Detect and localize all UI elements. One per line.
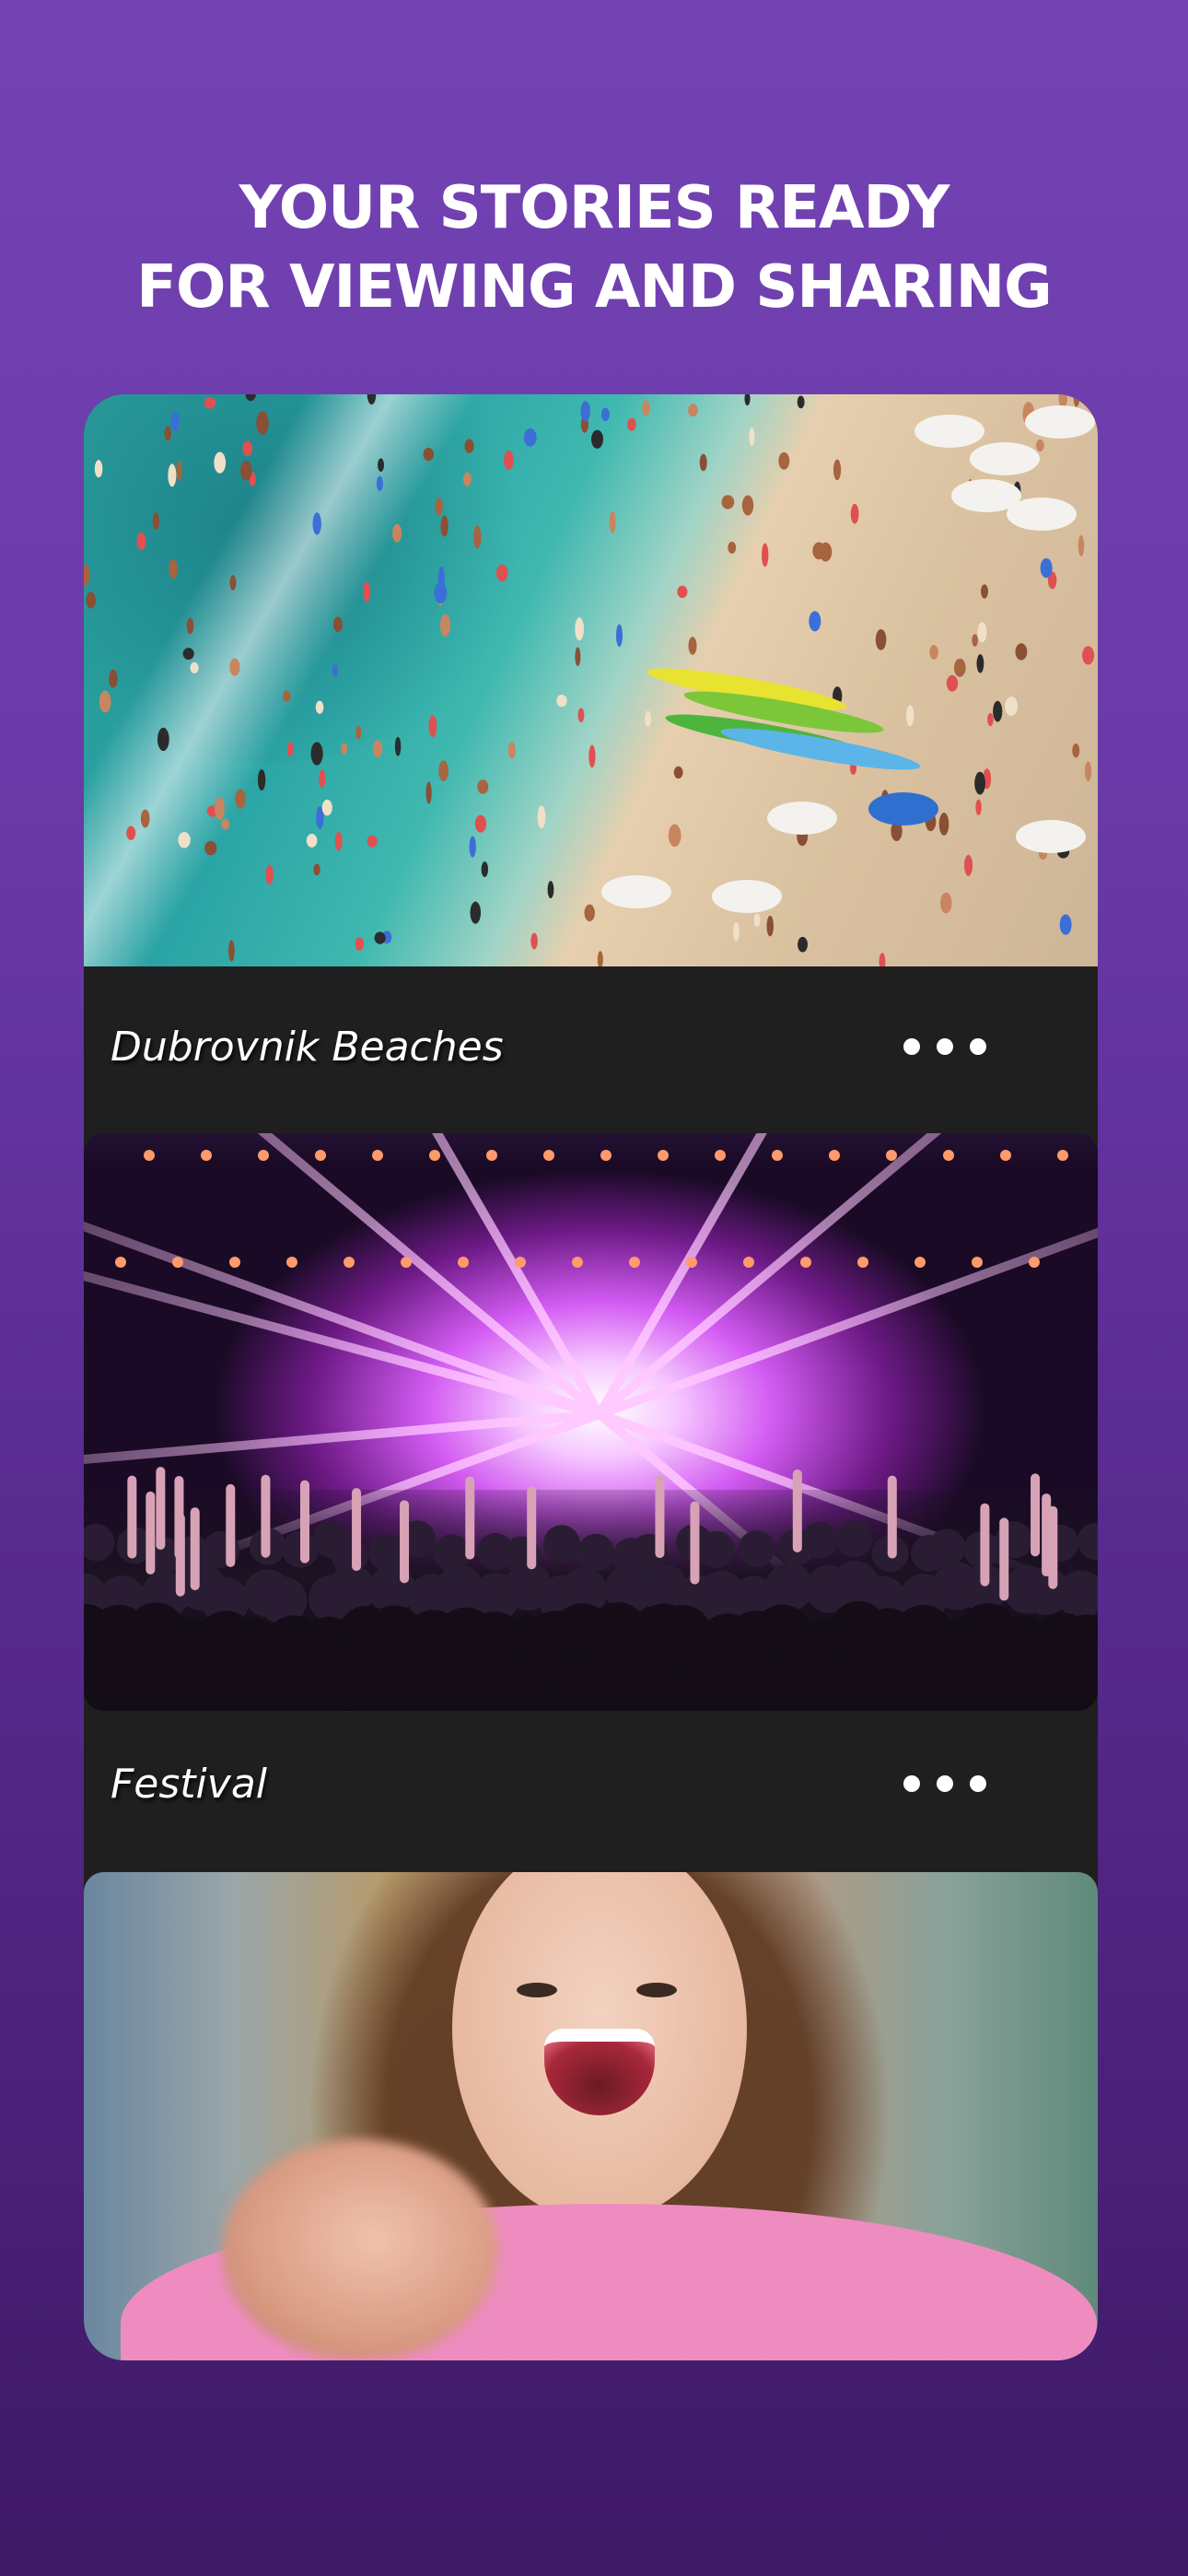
more-horizontal-icon [903, 1775, 920, 1792]
more-dot [970, 1038, 986, 1055]
more-dot [970, 1775, 986, 1792]
headline-line-2: FOR VIEWING AND SHARING [136, 252, 1052, 322]
beach-people [84, 394, 1098, 966]
pointing-hand [222, 2139, 498, 2360]
promo-headline: YOUR STORIES READY FOR VIEWING AND SHARI… [0, 169, 1188, 327]
left-eye [517, 1983, 557, 1997]
story-thumbnail-woman[interactable] [84, 1872, 1098, 2360]
more-options-button[interactable] [903, 1761, 986, 1807]
story-info-bar: Festival [84, 1711, 1098, 1872]
more-dot [937, 1775, 953, 1792]
more-dot [937, 1038, 953, 1055]
story-info-bar: Dubrovnik Beaches [84, 966, 1098, 1133]
headline-line-1: YOUR STORIES READY [239, 173, 950, 242]
more-horizontal-icon [903, 1038, 920, 1055]
more-options-button[interactable] [903, 1024, 986, 1070]
story-thumbnail-concert[interactable] [84, 1133, 1098, 1711]
right-eye [636, 1983, 677, 1997]
story-list: Dubrovnik Beaches Festival [84, 394, 1098, 2360]
crowd-heads [84, 1467, 1098, 1711]
story-title[interactable]: Dubrovnik Beaches [111, 1024, 504, 1071]
story-thumbnail-beach[interactable] [84, 394, 1098, 966]
story-title[interactable]: Festival [111, 1761, 267, 1808]
